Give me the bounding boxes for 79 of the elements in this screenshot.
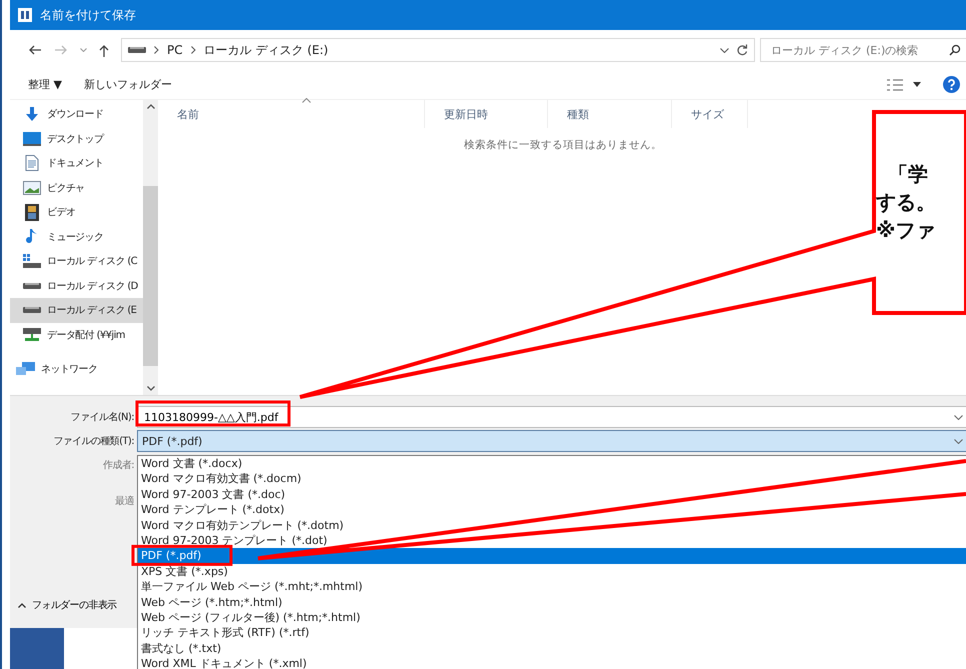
search-icon[interactable] (949, 44, 961, 56)
organize-menu[interactable]: 整理 ▼ (28, 75, 62, 94)
back-arrow-icon[interactable] (28, 45, 42, 55)
view-options-icon[interactable] (887, 78, 903, 90)
column-header[interactable]: サイズ (672, 100, 748, 128)
breadcrumb-separator-icon (190, 46, 196, 54)
help-icon[interactable] (943, 76, 960, 93)
file-type-option[interactable]: XPS 文書 (*.xps) (138, 564, 966, 580)
download-arrow-icon (24, 106, 40, 122)
music-note-icon (25, 228, 39, 246)
nav-item[interactable]: ドキュメント (10, 151, 143, 176)
pc-icon (128, 46, 146, 54)
nav-item[interactable]: ローカル ディスク (E (10, 298, 143, 322)
nav-item[interactable]: ダウンロード (10, 102, 143, 126)
file-type-option[interactable]: Word 97-2003 テンプレート (*.dot) (138, 532, 966, 548)
file-type-option[interactable]: Web ページ (*.htm;*.html) (138, 594, 966, 610)
nav-item[interactable]: ネットワーク (10, 357, 143, 382)
sort-caret-icon (302, 98, 311, 103)
dropdown-caret-icon[interactable] (720, 48, 729, 52)
file-type-option[interactable]: Word XML ドキュメント (*.xml) (138, 656, 966, 669)
film-strip-icon (25, 204, 39, 221)
new-folder-button[interactable]: 新しいフォルダー (84, 75, 172, 94)
column-header[interactable]: 種類 (548, 100, 672, 128)
view-caret-icon[interactable] (913, 82, 921, 87)
dropdown-caret-icon[interactable] (954, 438, 963, 444)
callout-text: ※ファ (876, 217, 936, 244)
scrollbar[interactable] (143, 100, 158, 395)
file-type-option[interactable]: PDF (*.pdf) (138, 548, 966, 564)
file-name-label: ファイル名(N): (70, 411, 135, 424)
breadcrumb[interactable]: PC (167, 43, 183, 57)
nav-item[interactable]: データ配付 (¥¥jim (10, 322, 143, 347)
nav-item[interactable]: ビデオ (10, 200, 143, 224)
drive-icon (23, 306, 41, 314)
author-label: 作成者: (102, 458, 135, 472)
refresh-icon[interactable] (737, 44, 748, 56)
up-arrow-icon[interactable] (99, 44, 109, 56)
collapse-caret-icon (18, 602, 26, 608)
document-icon (25, 155, 39, 172)
nav-item[interactable]: ローカル ディスク (D (10, 274, 143, 298)
nav-item[interactable]: ローカル ディスク (C (10, 249, 143, 274)
hide-folders-button[interactable]: フォルダーの非表示 (16, 596, 119, 614)
nav-item[interactable]: デスクトップ (10, 126, 143, 151)
history-caret-icon[interactable] (80, 48, 87, 52)
scroll-up-icon[interactable] (146, 104, 154, 109)
file-type-option[interactable]: Word マクロ有効文書 (*.docm) (138, 471, 966, 487)
file-type-option[interactable]: Word テンプレート (*.dotx) (138, 502, 966, 518)
file-type-select[interactable]: PDF (*.pdf) (137, 430, 966, 452)
landscape-image-icon (23, 180, 41, 195)
file-type-option[interactable]: リッチ テキスト形式 (RTF) (*.rtf) (138, 625, 966, 641)
drive-icon (23, 254, 41, 268)
drive-icon (23, 282, 41, 290)
breadcrumb[interactable]: ローカル ディスク (E:) (204, 42, 328, 58)
file-type-option[interactable]: Web ページ (フィルター後) (*.htm;*.html) (138, 610, 966, 626)
empty-message: 検索条件に一致する項目はありません。 (463, 138, 663, 152)
taskbar-strip (10, 628, 64, 669)
scroll-down-icon[interactable] (146, 386, 154, 391)
file-type-label: ファイルの種類(T): (52, 434, 135, 448)
file-type-option[interactable]: Word 文書 (*.docx) (138, 456, 966, 472)
callout-text: 「学 (887, 161, 929, 188)
network-icon (16, 361, 36, 378)
file-type-option[interactable]: 単一ファイル Web ページ (*.mht;*.mhtml) (138, 579, 966, 595)
column-header[interactable]: 名前 (158, 100, 425, 128)
optimize-label: 最適 (114, 494, 135, 508)
file-type-option[interactable]: Word マクロ有効テンプレート (*.dotm) (138, 518, 966, 533)
app-icon (18, 8, 32, 22)
address-bar[interactable]: PC ローカル ディスク (E:) (121, 38, 755, 62)
nav-item[interactable]: ミュージック (10, 224, 143, 249)
window-title: 名前を付けて保存 (40, 6, 136, 24)
file-type-option[interactable]: 書式なし (*.txt) (138, 640, 966, 656)
dropdown-caret-icon[interactable] (954, 414, 963, 420)
column-header[interactable]: 更新日時 (425, 100, 548, 128)
file-type-option[interactable]: Word 97-2003 文書 (*.doc) (138, 486, 966, 502)
callout-text: する。 (876, 189, 937, 216)
monitor-icon (23, 132, 41, 146)
search-field[interactable]: ローカル ディスク (E:)の検索 (760, 38, 966, 62)
breadcrumb-separator-icon (154, 46, 159, 54)
nav-item[interactable]: ピクチャ (10, 176, 143, 200)
network-drive-icon (23, 326, 41, 343)
file-name-field[interactable]: 1103180999-△△入門.pdf (137, 406, 966, 428)
